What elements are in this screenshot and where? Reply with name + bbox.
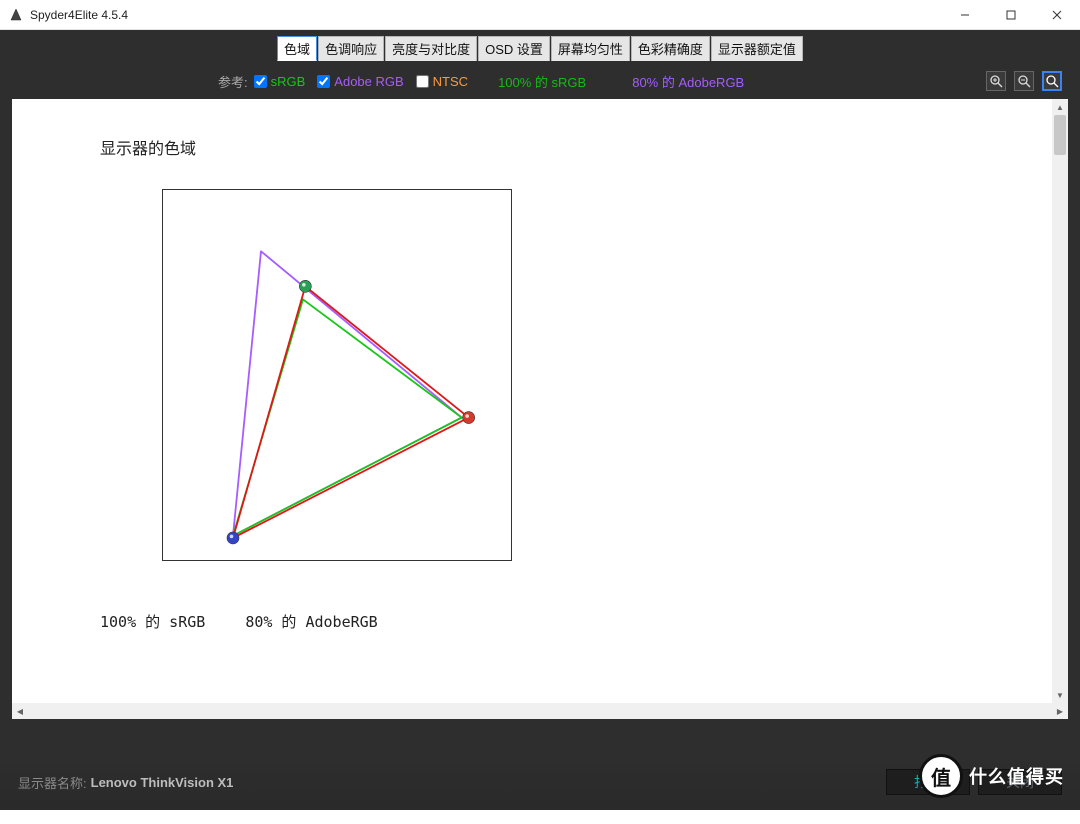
- tabstrip: 色域 色调响应 亮度与对比度 OSD 设置 屏幕均匀性 色彩精确度 显示器额定值: [6, 32, 1074, 61]
- vertical-scrollbar[interactable]: ▲ ▼: [1052, 99, 1068, 703]
- summary-adobe: 80% 的 AdobeRGB: [245, 611, 377, 632]
- summary-row: 100% 的 sRGB 80% 的 AdobeRGB: [100, 611, 378, 632]
- chart-frame: [162, 189, 512, 561]
- check-adobe[interactable]: Adobe RGB: [317, 74, 403, 89]
- chart-viewport: 显示器的色域 100% 的 sRGB 80% 的 AdobeRGB ▲ ▼: [12, 99, 1068, 703]
- check-adobe-label: Adobe RGB: [334, 74, 403, 89]
- gamut-chart: [163, 190, 513, 562]
- reference-label: 参考:: [218, 72, 248, 91]
- watermark: 值 什么值得买: [919, 754, 1064, 798]
- zoom-out-icon[interactable]: [1014, 71, 1034, 91]
- chart-title: 显示器的色域: [100, 135, 196, 159]
- check-ntsc-box[interactable]: [416, 75, 429, 88]
- scroll-right-icon[interactable]: ▶: [1052, 707, 1068, 716]
- tab-gamut[interactable]: 色域: [277, 36, 317, 61]
- monitor-name-label: 显示器名称:: [18, 773, 87, 792]
- scroll-left-icon[interactable]: ◀: [12, 707, 28, 716]
- tab-brightness[interactable]: 亮度与对比度: [385, 36, 477, 61]
- minimize-button[interactable]: [942, 0, 988, 30]
- horizontal-scrollbar[interactable]: ◀ ▶: [12, 703, 1068, 719]
- summary-srgb: 100% 的 sRGB: [100, 611, 205, 632]
- tab-osd[interactable]: OSD 设置: [478, 36, 550, 61]
- tab-monitor-rating[interactable]: 显示器额定值: [711, 36, 803, 61]
- hscroll-track[interactable]: [28, 703, 1052, 719]
- zoom-in-icon[interactable]: [986, 71, 1006, 91]
- monitor-name-value: Lenovo ThinkVision X1: [91, 775, 234, 790]
- scroll-thumb[interactable]: [1054, 115, 1066, 155]
- watermark-circle: 值: [919, 754, 963, 798]
- tab-color-acc[interactable]: 色彩精确度: [631, 36, 710, 61]
- check-ntsc-label: NTSC: [433, 74, 468, 89]
- window-controls: [942, 0, 1080, 30]
- summary-adobe-inline: 80% 的 AdobeRGB: [632, 72, 744, 91]
- close-button[interactable]: [1034, 0, 1080, 30]
- check-adobe-box[interactable]: [317, 75, 330, 88]
- scroll-up-icon[interactable]: ▲: [1052, 99, 1068, 115]
- check-srgb-label: sRGB: [271, 74, 306, 89]
- app-icon: [8, 7, 24, 23]
- tab-uniformity[interactable]: 屏幕均匀性: [551, 36, 630, 61]
- zoom-fit-icon[interactable]: [1042, 71, 1062, 91]
- maximize-button[interactable]: [988, 0, 1034, 30]
- footer: 显示器名称: Lenovo ThinkVision X1 打印 关闭: [0, 754, 1080, 810]
- tab-tone[interactable]: 色调响应: [318, 36, 384, 61]
- viewport-wrap: 显示器的色域 100% 的 sRGB 80% 的 AdobeRGB ▲ ▼ ◀ …: [12, 99, 1068, 719]
- check-srgb[interactable]: sRGB: [254, 74, 306, 89]
- reference-toolbar: 参考: sRGB Adobe RGB NTSC 100% 的 sRGB 80% …: [6, 61, 1074, 99]
- check-srgb-box[interactable]: [254, 75, 267, 88]
- window-titlebar: Spyder4Elite 4.5.4: [0, 0, 1080, 30]
- app-body: 色域 色调响应 亮度与对比度 OSD 设置 屏幕均匀性 色彩精确度 显示器额定值…: [0, 30, 1080, 810]
- check-ntsc[interactable]: NTSC: [416, 74, 468, 89]
- summary-srgb-inline: 100% 的 sRGB: [498, 72, 586, 91]
- watermark-text: 什么值得买: [969, 763, 1064, 789]
- scroll-down-icon[interactable]: ▼: [1052, 687, 1068, 703]
- window-title: Spyder4Elite 4.5.4: [30, 8, 128, 22]
